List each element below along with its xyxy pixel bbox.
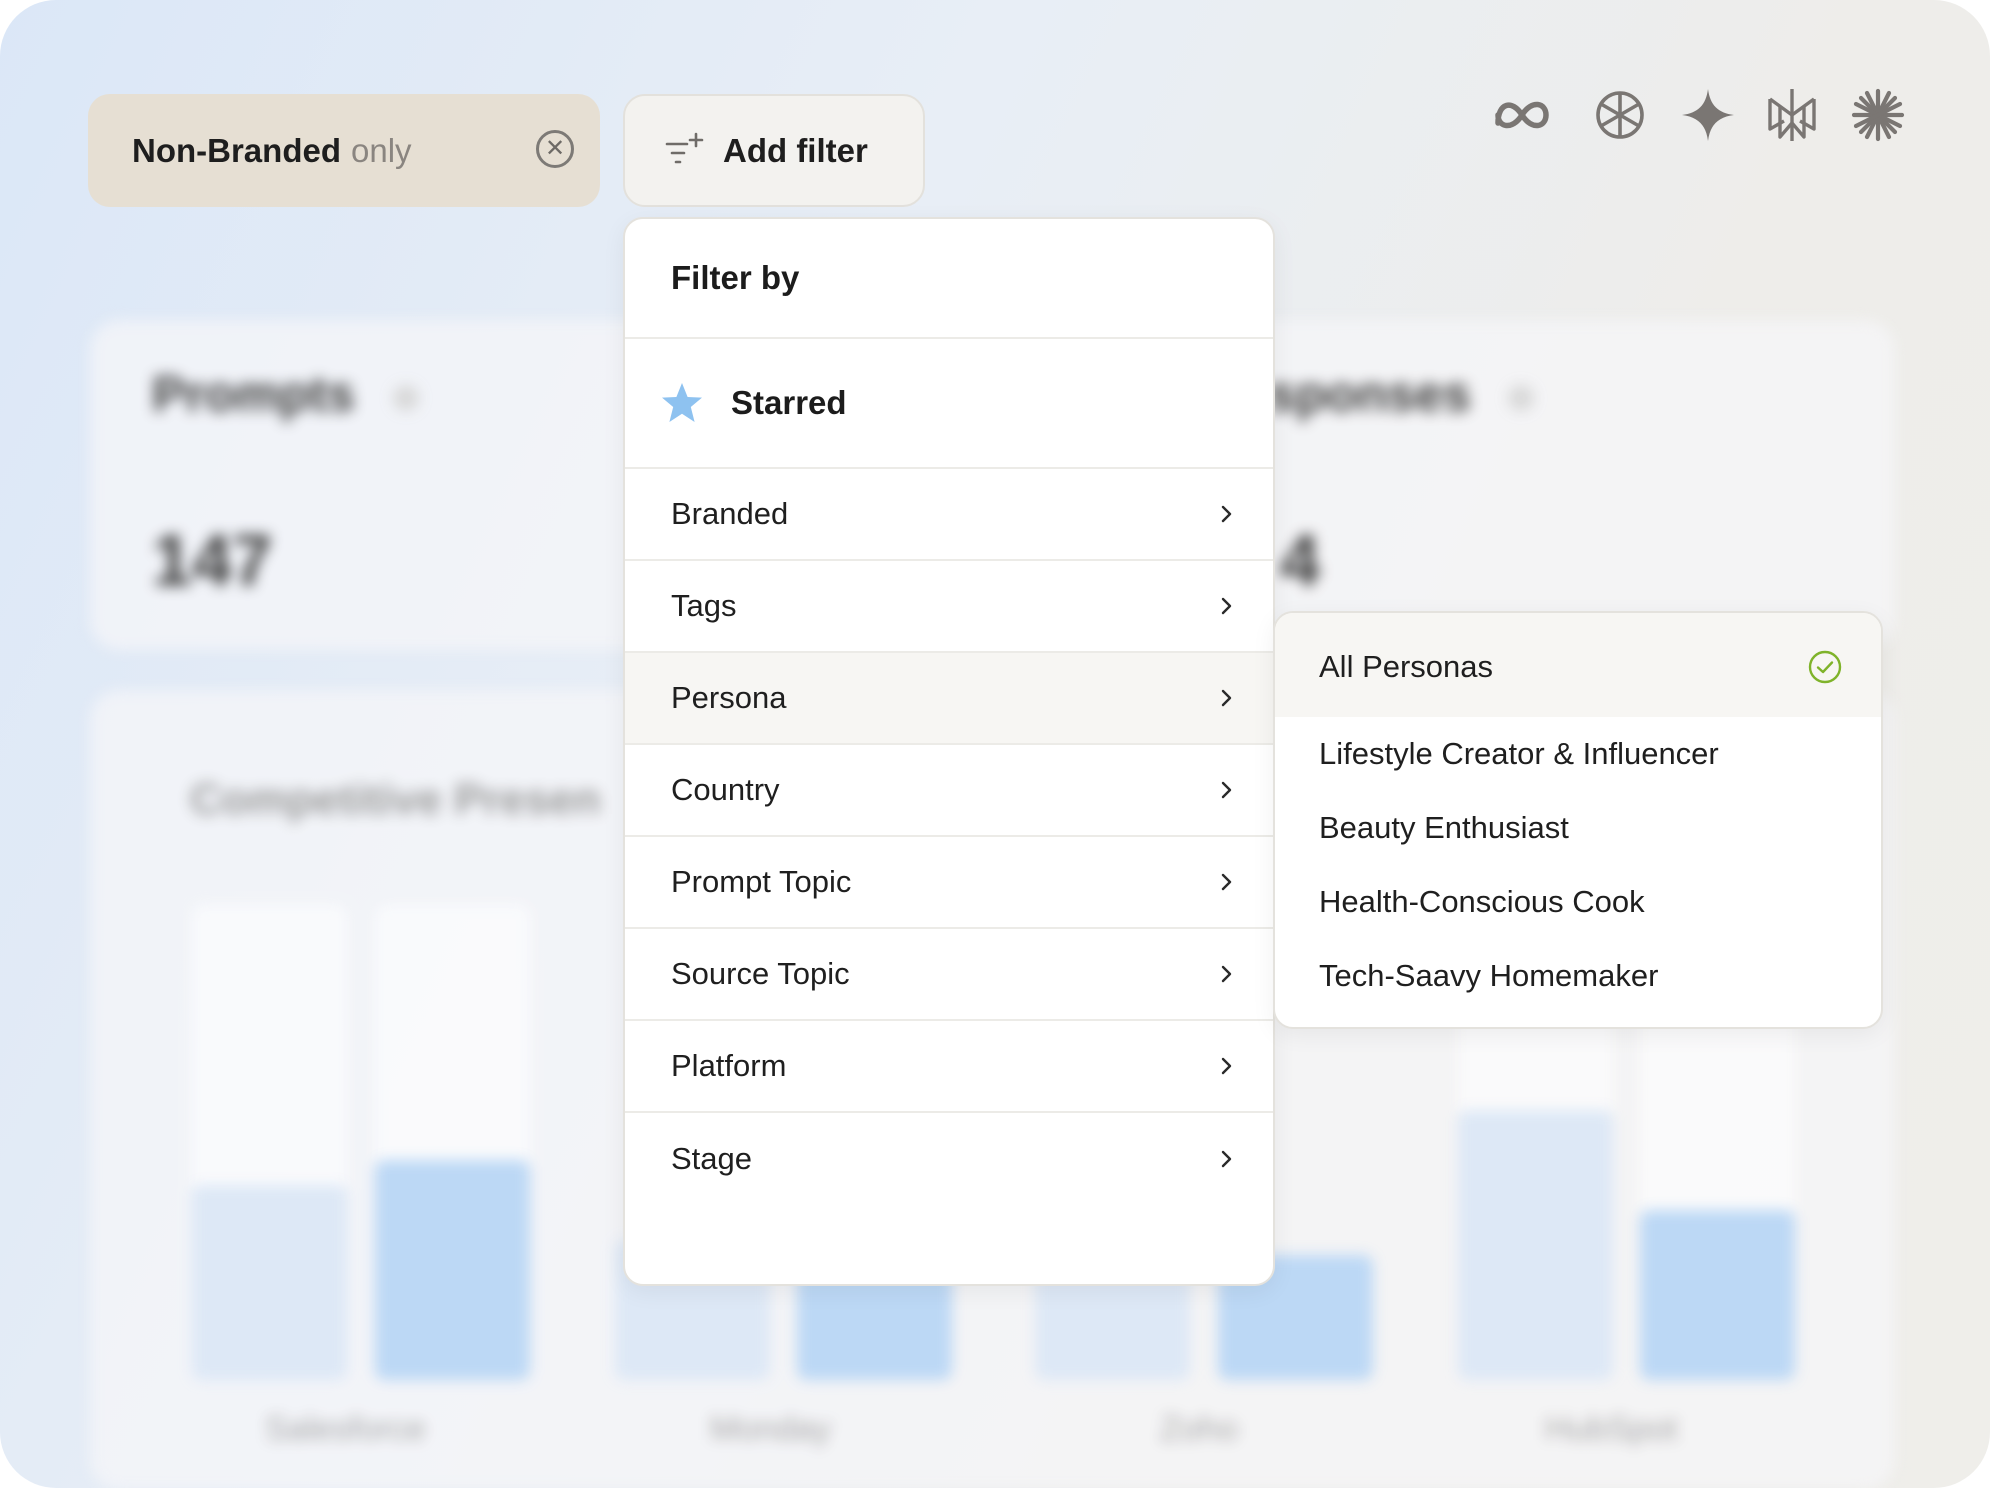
chart-bar [192,1185,347,1380]
persona-option[interactable]: Tech-Saavy Homemaker [1275,939,1881,1013]
filter-item-label: Branded [671,496,789,531]
filter-item-tags[interactable]: Tags [625,561,1273,653]
chart-bar [1640,1210,1795,1380]
add-filter-label: Add filter [723,131,868,169]
filter-add-icon [665,132,704,163]
active-filter-chip[interactable]: Non-Branded only ✕ [88,94,600,207]
close-icon[interactable]: ✕ [536,130,574,168]
responses-card-value: 4 [1280,521,1321,601]
filter-item-prompt-topic[interactable]: Prompt Topic [625,837,1273,929]
chevron-right-icon [1221,965,1232,983]
filter-item-source-topic[interactable]: Source Topic [625,929,1273,1021]
filter-menu: Filter by Starred Branded Tags Persona C… [623,217,1275,1286]
x-axis-label: Monday [710,1410,831,1448]
chevron-right-icon [1221,781,1232,799]
x-axis-label: HubSpot [1545,1410,1678,1448]
prompts-card-value: 147 [152,521,273,601]
openai-icon[interactable] [1590,85,1650,145]
filter-item-platform[interactable]: Platform [625,1021,1273,1113]
chevron-right-icon [1221,1150,1232,1168]
active-filter-suffix: only [351,131,412,169]
persona-option[interactable]: Lifestyle Creator & Influencer [1275,717,1881,791]
filter-item-starred-label: Starred [731,384,847,421]
filter-item-starred[interactable]: Starred [625,339,1273,469]
info-icon [393,385,419,411]
filter-item-label: Source Topic [671,956,850,991]
persona-option[interactable]: Health-Conscious Cook [1275,865,1881,939]
persona-option[interactable]: Beauty Enthusiast [1275,791,1881,865]
persona-option-label: Health-Conscious Cook [1319,884,1645,919]
persona-option-label: Beauty Enthusiast [1319,810,1569,845]
filter-menu-header: Filter by [625,219,1273,339]
persona-submenu: All Personas Lifestyle Creator & Influen… [1273,611,1883,1029]
filter-item-persona[interactable]: Persona [625,653,1273,745]
chart-bar [375,1160,530,1380]
persona-option-label: All Personas [1319,649,1494,684]
info-icon [1508,385,1534,411]
x-axis-label: Salesforce [265,1410,426,1448]
app-frame: Prompts 147 sponses 4 Competitive Presen… [0,0,1990,1488]
claude-icon[interactable] [1848,85,1908,145]
responses-card-title: sponses [1268,366,1471,422]
filter-item-label: Prompt Topic [671,864,852,899]
chevron-right-icon [1221,689,1232,707]
chart-title: Competitive Presen [190,775,601,824]
filter-item-label: Stage [671,1141,753,1176]
filter-item-label: Platform [671,1048,787,1083]
x-axis-label: Zoho [1160,1410,1238,1448]
chevron-right-icon [1221,1057,1232,1075]
filter-item-label: Country [671,772,780,807]
prompts-card-title: Prompts [152,366,355,422]
filter-item-label: Tags [671,588,737,623]
chart-bar [1458,1110,1613,1380]
filter-item-label: Persona [671,680,787,715]
persona-option-label: Lifestyle Creator & Influencer [1319,736,1719,771]
star-icon [662,383,702,422]
gemini-icon[interactable] [1678,85,1738,145]
filter-item-country[interactable]: Country [625,745,1273,837]
persona-option-label: Tech-Saavy Homemaker [1319,958,1659,993]
meta-icon[interactable] [1492,85,1552,145]
perplexity-icon[interactable] [1762,85,1822,145]
add-filter-button[interactable]: Add filter [623,94,925,207]
chevron-right-icon [1221,505,1232,523]
active-filter-label: Non-Branded [132,131,341,169]
chevron-right-icon [1221,873,1232,891]
check-circle-icon [1808,650,1842,684]
filter-item-stage[interactable]: Stage [625,1113,1273,1205]
persona-option-all[interactable]: All Personas [1275,613,1881,717]
filter-item-branded[interactable]: Branded [625,469,1273,561]
chevron-right-icon [1221,597,1232,615]
